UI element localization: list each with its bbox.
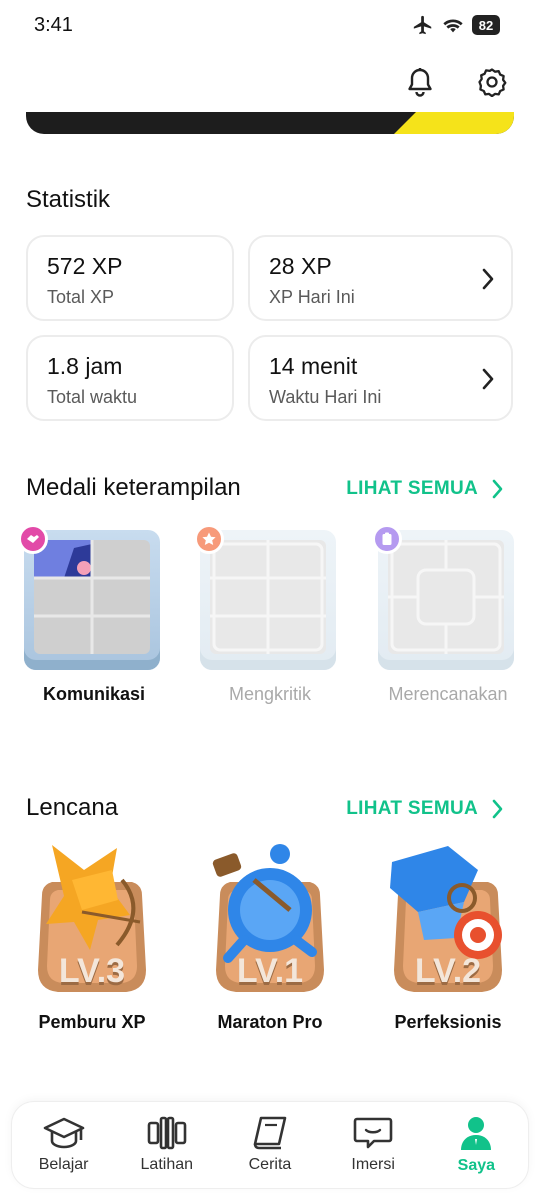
book-icon [253,1116,287,1150]
stat-label: Total waktu [47,387,138,407]
status-time: 3:41 [34,14,73,36]
medal-puzzle [388,540,504,654]
chevron-right-icon [482,268,494,290]
stat-value: 14 menit [269,353,358,379]
progress-banner-fill [394,112,514,134]
wifi-icon [443,19,463,33]
medal-frame [18,524,160,670]
medal-label: Komunikasi [42,684,146,704]
battery-indicator: 82 [472,15,500,35]
header-actions [404,66,508,98]
see-all-label: LIHAT SEMUA [346,798,478,819]
badge-level: LV.2 [414,952,482,990]
bell-icon [408,68,432,97]
badge-level: LV.1 [236,952,304,990]
stats-section-title: Statistik [16,180,110,214]
badge-label: Maraton Pro [217,1012,323,1032]
stat-value: 28 XP [269,253,332,279]
badge-level: LV.3 [58,952,126,990]
notifications-button[interactable] [404,66,436,98]
gear-icon [478,68,507,97]
star-icon [194,524,224,554]
nav-item-cerita[interactable]: Cerita [222,1116,318,1174]
badges-section-title: Lencana [16,788,118,822]
stat-card-total-xp: 572 XP Total XP [26,235,234,321]
chevron-right-icon [482,368,494,390]
skill-medal-komunikasi[interactable]: Komunikasi [18,524,164,704]
handshake-icon [18,524,48,554]
chevron-right-icon [492,479,503,499]
settings-button[interactable] [476,66,508,98]
medal-puzzle [34,540,150,654]
status-bar: 3:41 82 [0,0,540,52]
stat-label: XP Hari Ini [269,287,355,307]
nav-label: Cerita [248,1156,292,1173]
medal-label: Merencanakan [388,684,508,704]
see-all-label: LIHAT SEMUA [346,478,478,499]
nav-item-imersi[interactable]: Imersi [325,1116,421,1174]
person-icon [461,1117,492,1150]
badge-maraton-pro[interactable]: LV.1 Maraton Pro [200,840,340,1032]
badge-pemburu-xp[interactable]: LV.3 Pemburu XP [22,840,162,1032]
medal-label: Mengkritik [228,684,312,704]
skills-section-title: Medali keterampilan [16,468,241,502]
badge-label: Pemburu XP [38,1012,146,1032]
skill-medal-merencanakan[interactable]: Merencanakan [372,524,518,704]
skill-medal-mengkritik[interactable]: Mengkritik [194,524,340,704]
graduation-cap-icon [43,1117,84,1149]
dumbbell-icon [147,1116,187,1150]
nav-item-latihan[interactable]: Latihan [119,1116,215,1174]
stat-card-time-today[interactable]: 14 menit Waktu Hari Ini [248,335,513,421]
stat-label: Waktu Hari Ini [269,387,382,407]
badge-label: Perfeksionis [394,1012,502,1032]
status-icons: 82 [412,14,500,36]
stat-label: Total XP [47,287,115,307]
stat-card-total-time: 1.8 jam Total waktu [26,335,234,421]
nav-label: Belajar [38,1156,89,1173]
medal-frame [194,524,336,670]
nav-label: Saya [457,1157,496,1174]
nav-label: Imersi [351,1156,395,1173]
stat-value: 1.8 jam [47,353,123,379]
chevron-right-icon [492,799,503,819]
progress-banner[interactable] [26,112,514,134]
medal-frame [372,524,514,670]
nav-item-belajar[interactable]: Belajar [16,1116,112,1174]
bottom-nav: Belajar Latihan Cerita Imersi Saya [12,1102,528,1188]
clipboard-icon [372,524,402,554]
stat-value: 572 XP [47,253,123,279]
medal-puzzle [210,540,326,654]
nav-label: Latihan [140,1156,194,1173]
badge-perfeksionis[interactable]: LV.2 Perfeksionis [378,840,518,1032]
airplane-icon [413,15,432,35]
nav-item-saya[interactable]: Saya [428,1115,524,1175]
badges-see-all-link[interactable]: LIHAT SEMUA [346,798,504,820]
chat-icon [353,1117,393,1149]
skills-see-all-link[interactable]: LIHAT SEMUA [346,478,504,500]
stat-card-xp-today[interactable]: 28 XP XP Hari Ini [248,235,513,321]
